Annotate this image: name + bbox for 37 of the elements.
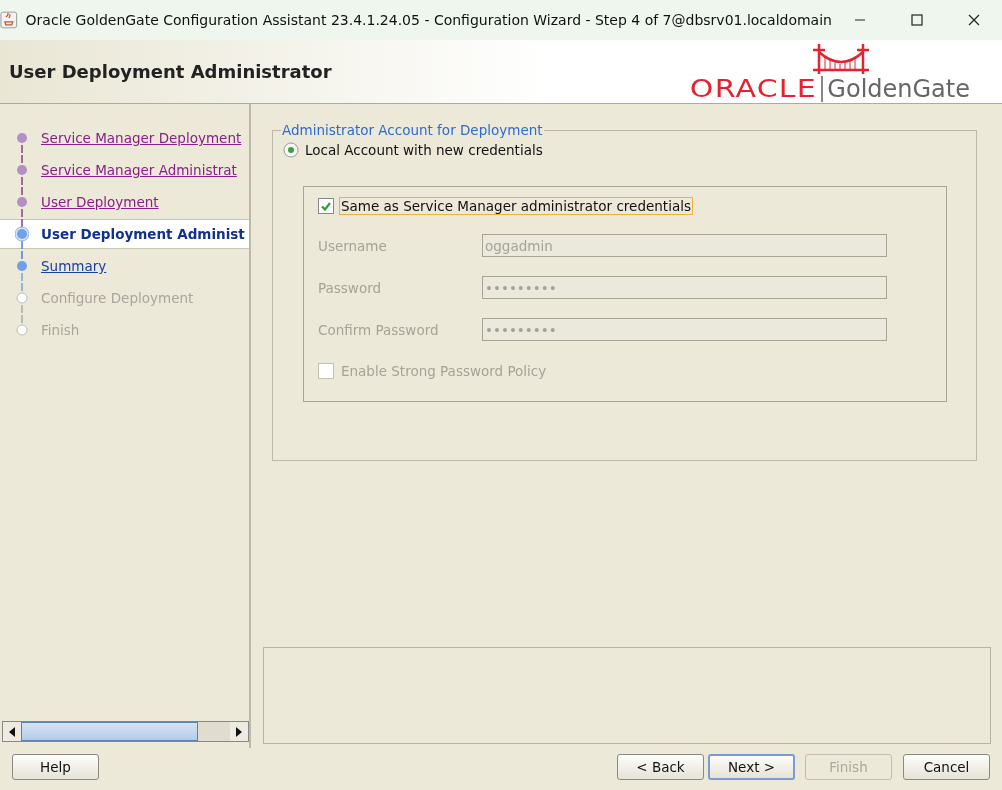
scrollbar-thumb[interactable] [21, 722, 198, 741]
step-marker-icon [15, 250, 29, 282]
scroll-left-button[interactable] [3, 722, 21, 741]
step-marker-icon [15, 218, 29, 250]
check-icon [321, 201, 331, 211]
scroll-right-button[interactable] [230, 722, 248, 741]
step-link[interactable]: User Deployment Administ [0, 219, 249, 249]
oracle-logo-text: ORACLE [690, 75, 818, 102]
field-label: Confirm Password [318, 321, 440, 338]
wizard-button[interactable]: < Back [617, 754, 704, 780]
field-label: Password [318, 279, 383, 296]
radio-label: Local Account with new credentials [305, 142, 543, 158]
step-marker-icon [15, 154, 29, 186]
step-link[interactable]: Service Manager Administrat [0, 155, 249, 185]
group-title: Administrator Account for Deployment [281, 122, 544, 138]
step-marker-icon [15, 282, 29, 314]
maximize-icon [911, 14, 923, 26]
field-label: Username [318, 237, 388, 254]
wizard-button[interactable]: Help [12, 754, 99, 780]
checkbox[interactable] [318, 198, 334, 214]
wizard-button[interactable]: Cancel [903, 754, 990, 780]
step-link[interactable]: Service Manager Deployment [0, 123, 249, 153]
right-arrow-icon [236, 726, 242, 737]
checkbox-label: Same as Service Manager administrator credentials [339, 197, 693, 215]
horizontal-scrollbar[interactable] [2, 721, 249, 742]
step-link[interactable]: User Deployment [0, 187, 249, 217]
page-title: User Deployment Administrator [9, 61, 333, 82]
radio-button[interactable] [283, 142, 299, 158]
bridge-icon [810, 41, 871, 76]
left-arrow-icon [9, 726, 15, 737]
goldengate-logo-text: GoldenGate [821, 75, 970, 102]
window-title: Oracle GoldenGate Configuration Assistant 23.4.1.24.05 - Configuration Wizard - Step 4 of 7@dbsrv01.localdomain [25, 12, 832, 28]
close-icon [967, 14, 980, 26]
step-link[interactable]: Summary [0, 251, 249, 281]
wizard-button[interactable]: Next > [708, 754, 795, 780]
checkbox-label: Enable Strong Password Policy [340, 362, 548, 380]
step-marker-icon [15, 186, 29, 218]
